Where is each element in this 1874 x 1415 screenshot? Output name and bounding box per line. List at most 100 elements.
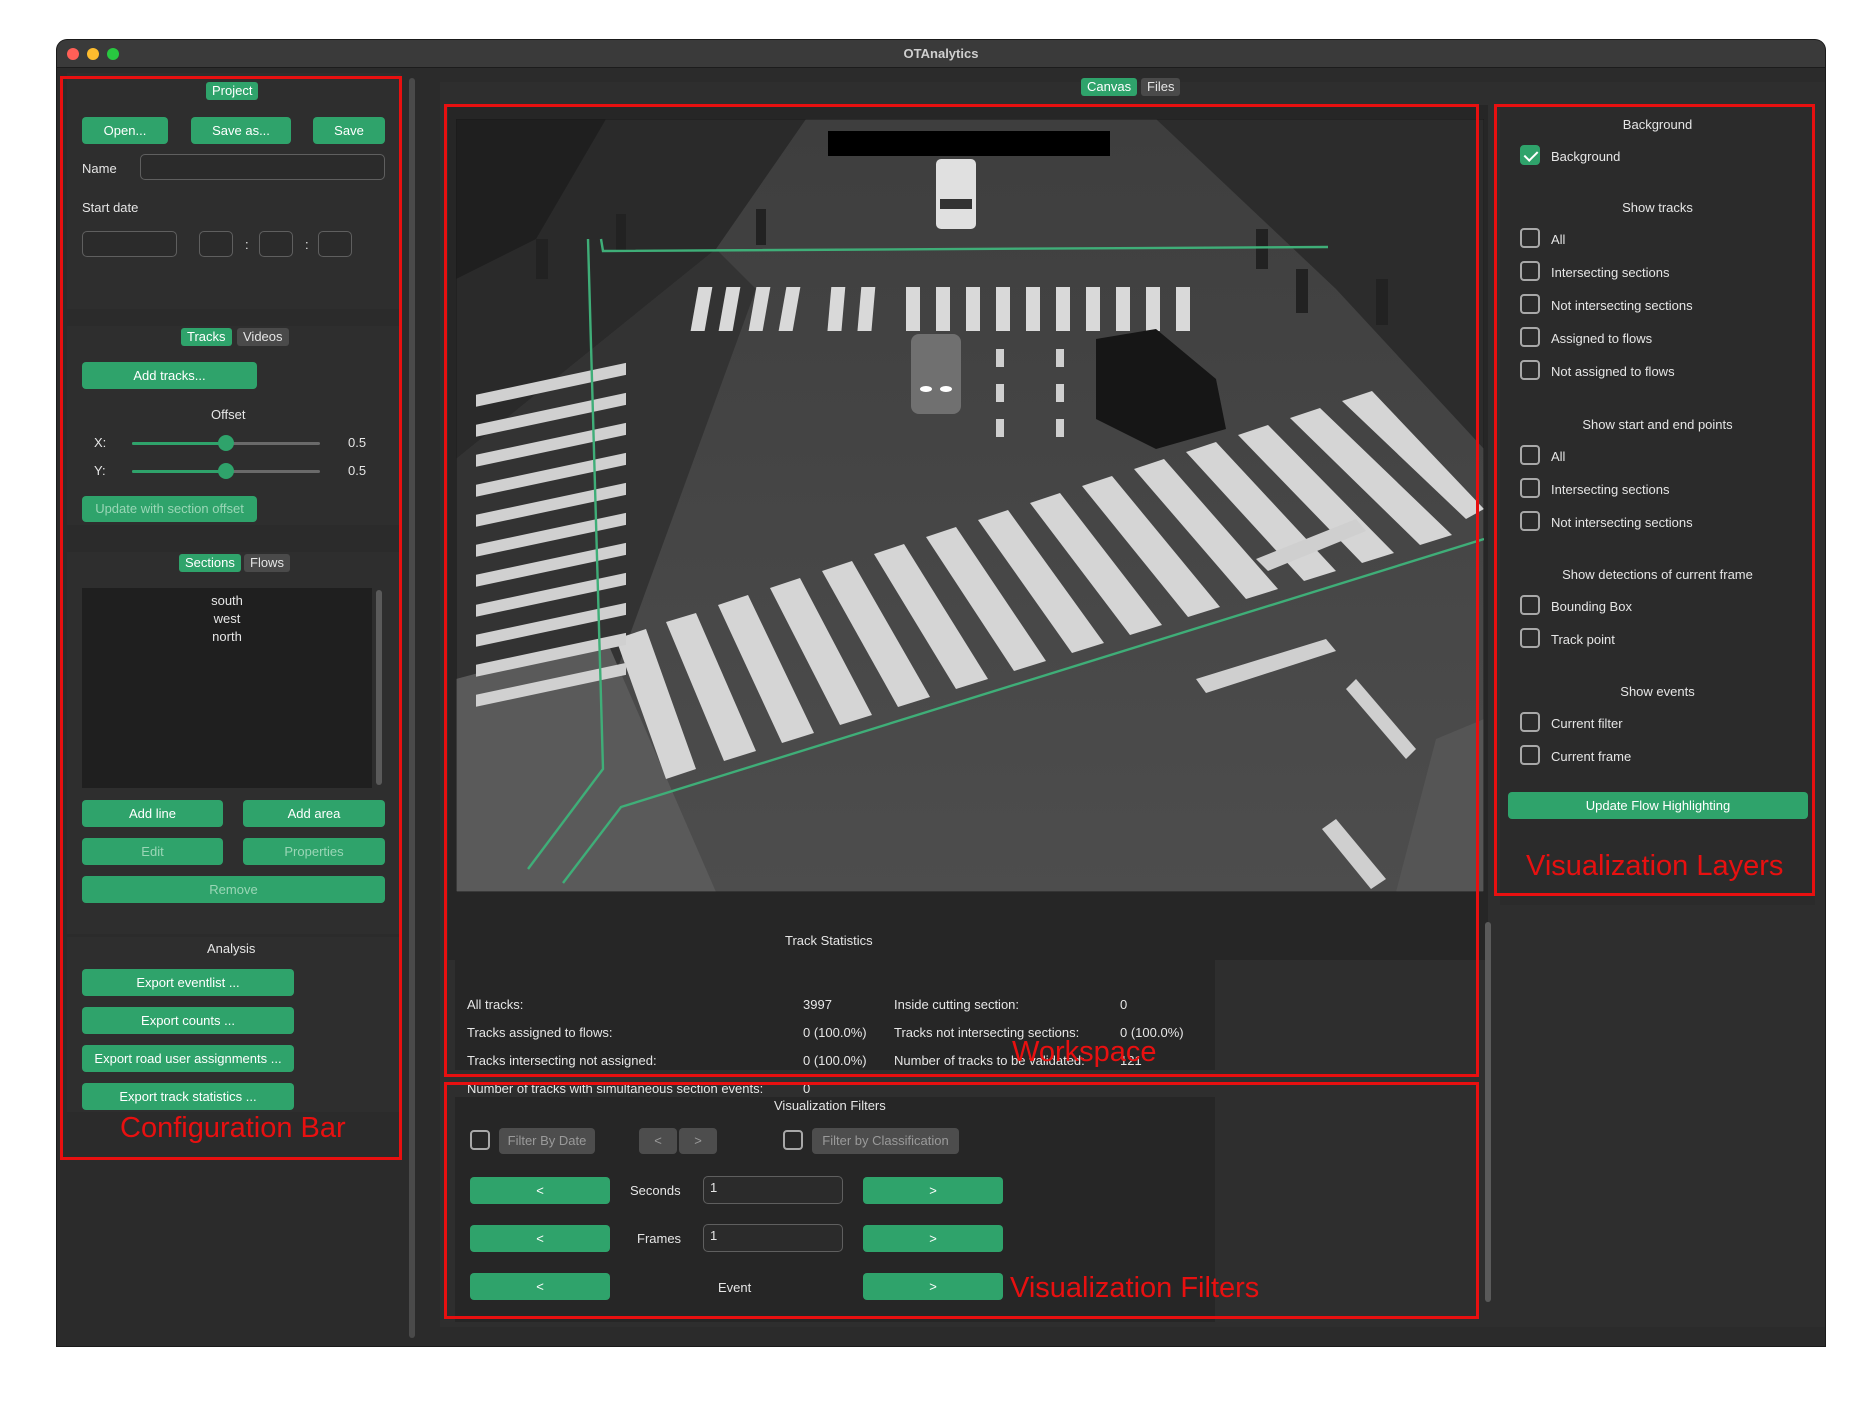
date-prev-button[interactable]: <	[639, 1128, 677, 1154]
add-tracks-button[interactable]: Add tracks...	[82, 362, 257, 389]
add-line-button[interactable]: Add line	[82, 800, 223, 827]
frames-label: Frames	[637, 1231, 682, 1246]
start-end-points-checkbox[interactable]	[1520, 445, 1540, 465]
x-offset-slider[interactable]	[132, 435, 320, 451]
stat-label: Tracks assigned to flows:	[467, 1025, 613, 1040]
start-end-points-checkbox-label: All	[1551, 449, 1566, 464]
app-window: OTAnalytics Project Open... Save as... S…	[57, 40, 1825, 1346]
x-offset-value: 0.5	[348, 435, 367, 450]
filter-by-date-checkbox[interactable]	[470, 1130, 490, 1150]
tab-tracks[interactable]: Tracks	[181, 328, 232, 346]
frames-prev-button[interactable]: <	[470, 1225, 610, 1252]
show-tracks-title: Show tracks	[1622, 200, 1693, 215]
save-as-button[interactable]: Save as...	[191, 117, 291, 144]
minute-input[interactable]	[259, 231, 293, 257]
event-label: Event	[718, 1280, 752, 1295]
update-section-offset-button[interactable]: Update with section offset	[82, 496, 257, 522]
x-offset-label: X:	[94, 435, 107, 450]
seconds-next-button[interactable]: >	[863, 1177, 1003, 1204]
background-checkbox[interactable]	[1520, 145, 1540, 165]
start-end-points-checkbox[interactable]	[1520, 511, 1540, 531]
project-frame	[67, 73, 401, 309]
stat-label: Number of tracks with simultaneous secti…	[467, 1081, 764, 1096]
detections-checkbox[interactable]	[1520, 628, 1540, 648]
section-list-item[interactable]: south	[82, 592, 372, 610]
y-offset-value: 0.5	[348, 463, 367, 478]
frames-next-button[interactable]: >	[863, 1225, 1003, 1252]
show-tracks-checkbox[interactable]	[1520, 327, 1540, 347]
detections-title: Show detections of current frame	[1562, 567, 1753, 582]
config-bar-scrollbar[interactable]	[409, 78, 415, 1338]
show-tracks-checkbox-label: Assigned to flows	[1551, 331, 1653, 346]
filter-by-classification-checkbox[interactable]	[783, 1130, 803, 1150]
visualization-filters-title: Visualization Filters	[774, 1098, 886, 1113]
canvas-scrollbar[interactable]	[1485, 922, 1491, 1302]
stat-value: 0 (100.0%)	[803, 1025, 867, 1040]
title-bar: OTAnalytics	[57, 40, 1825, 68]
start-date-input[interactable]	[82, 231, 177, 257]
properties-button[interactable]: Properties	[243, 838, 385, 865]
hour-input[interactable]	[199, 231, 233, 257]
detections-checkbox[interactable]	[1520, 595, 1540, 615]
section-list-item[interactable]: north	[82, 628, 372, 646]
export-eventlist-button[interactable]: Export eventlist ...	[82, 969, 294, 996]
show-tracks-checkbox[interactable]	[1520, 228, 1540, 248]
remove-button[interactable]: Remove	[82, 876, 385, 903]
export-track-statistics-button[interactable]: Export track statistics ...	[82, 1083, 294, 1110]
show-tracks-checkbox[interactable]	[1520, 360, 1540, 380]
date-next-button[interactable]: >	[679, 1128, 717, 1154]
x-offset-slider-handle[interactable]	[218, 435, 234, 451]
filter-by-classification-button[interactable]: Filter by Classification	[812, 1128, 959, 1154]
name-input[interactable]	[140, 154, 385, 180]
start-end-points-checkbox[interactable]	[1520, 478, 1540, 498]
background-checkbox-label: Background	[1551, 149, 1621, 164]
show-tracks-checkbox[interactable]	[1520, 294, 1540, 314]
y-offset-label: Y:	[94, 463, 106, 478]
edit-button[interactable]: Edit	[82, 838, 223, 865]
start-end-points-checkbox-label: Intersecting sections	[1551, 482, 1670, 497]
save-button[interactable]: Save	[313, 117, 385, 144]
event-prev-button[interactable]: <	[470, 1273, 610, 1300]
section-list-item[interactable]: west	[82, 610, 372, 628]
stat-value: 0 (100.0%)	[803, 1053, 867, 1068]
analysis-title: Analysis	[207, 941, 256, 956]
tab-videos[interactable]: Videos	[237, 328, 289, 346]
tab-sections[interactable]: Sections	[179, 554, 241, 572]
export-road-user-assignments-button[interactable]: Export road user assignments ...	[82, 1045, 294, 1072]
seconds-input[interactable]: 1	[703, 1176, 843, 1204]
sections-list[interactable]: south west north	[82, 588, 372, 788]
name-label: Name	[82, 161, 117, 176]
detections-checkbox-label: Track point	[1551, 632, 1615, 647]
events-checkbox[interactable]	[1520, 712, 1540, 732]
configuration-bar-annotation: Configuration Bar	[120, 1112, 346, 1144]
add-area-button[interactable]: Add area	[243, 800, 385, 827]
y-offset-slider-handle[interactable]	[218, 463, 234, 479]
tab-project[interactable]: Project	[206, 82, 259, 100]
open-button[interactable]: Open...	[82, 117, 168, 144]
sections-list-scrollbar[interactable]	[376, 590, 382, 785]
detections-checkbox-label: Bounding Box	[1551, 599, 1632, 614]
second-input[interactable]	[318, 231, 352, 257]
seconds-label: Seconds	[630, 1183, 681, 1198]
export-counts-button[interactable]: Export counts ...	[82, 1007, 294, 1034]
frames-input[interactable]: 1	[703, 1224, 843, 1252]
show-tracks-checkbox[interactable]	[1520, 261, 1540, 281]
filter-by-date-button[interactable]: Filter By Date	[499, 1128, 595, 1154]
stat-label: All tracks:	[467, 997, 524, 1012]
events-checkbox-label: Current filter	[1551, 716, 1623, 731]
y-offset-slider[interactable]	[132, 463, 320, 479]
update-flow-highlighting-button[interactable]: Update Flow Highlighting	[1508, 792, 1808, 819]
time-separator: :	[305, 237, 309, 252]
tab-flows[interactable]: Flows	[244, 554, 290, 572]
video-canvas[interactable]	[456, 119, 1484, 892]
tab-files[interactable]: Files	[1141, 78, 1181, 96]
event-next-button[interactable]: >	[863, 1273, 1003, 1300]
events-checkbox[interactable]	[1520, 745, 1540, 765]
show-tracks-checkbox-label: Not intersecting sections	[1551, 298, 1693, 313]
tab-canvas[interactable]: Canvas	[1081, 78, 1138, 96]
start-end-points-checkbox-label: Not intersecting sections	[1551, 515, 1693, 530]
seconds-prev-button[interactable]: <	[470, 1177, 610, 1204]
start-date-label: Start date	[82, 200, 139, 215]
stat-value: 3997	[803, 997, 832, 1012]
show-tracks-checkbox-label: Not assigned to flows	[1551, 364, 1675, 379]
